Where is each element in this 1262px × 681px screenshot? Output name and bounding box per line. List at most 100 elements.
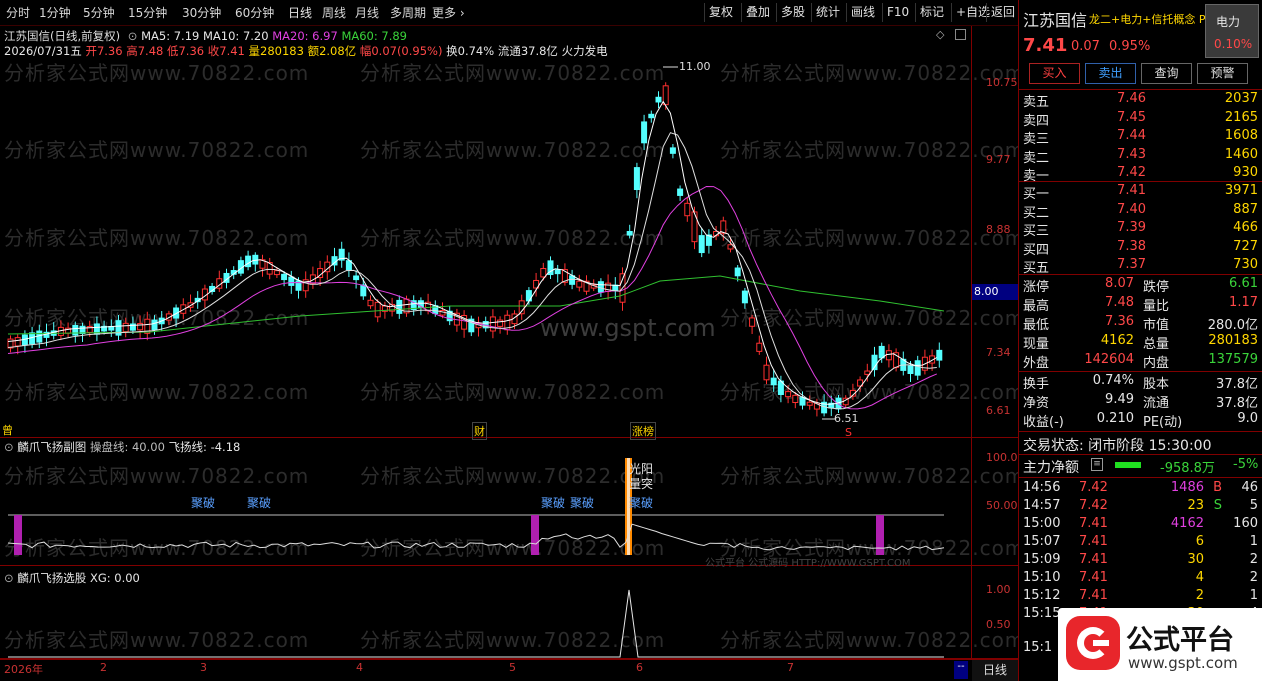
quote-row: 买二 7.40 887: [1023, 202, 1258, 221]
sector-badge[interactable]: 电力 0.10%: [1205, 4, 1259, 58]
price-axis-line: [971, 26, 972, 437]
x-tick: 2: [100, 661, 107, 674]
stat-value: 7.48: [1105, 295, 1134, 310]
draw-line-button[interactable]: 画线: [846, 3, 879, 22]
period-daily[interactable]: 日线: [288, 4, 312, 21]
buy-button[interactable]: 买入: [1029, 63, 1080, 84]
stat-label: 量比: [1143, 299, 1170, 314]
tick-volume: 4: [1195, 570, 1204, 585]
min-price-label: 6.51: [834, 412, 859, 425]
stat-value: 6.61: [1229, 276, 1258, 291]
event-marker[interactable]: 曾: [2, 422, 13, 438]
tick-count: 2: [1249, 552, 1258, 567]
candle: [576, 280, 583, 288]
sub1-svg: [7, 458, 945, 555]
flow-bar: [1115, 462, 1141, 468]
tick-price: 7.41: [1079, 588, 1108, 603]
main-flow-value: -958.8万: [1160, 461, 1215, 476]
sell-button[interactable]: 卖出: [1085, 63, 1136, 84]
axis-scroll-button[interactable]: --: [954, 661, 968, 679]
multi-stock-button[interactable]: 多股: [776, 3, 809, 22]
period-5min[interactable]: 5分钟: [83, 4, 115, 21]
ask-price: 7.44: [1117, 128, 1146, 143]
kline-chart[interactable]: 江苏国信(日线,前复权) ⊙ MA5: 7.19 MA10: 7.20 MA20…: [0, 26, 1024, 440]
candle: [489, 316, 496, 332]
quote-row: 买五 7.37 730: [1023, 257, 1258, 276]
period-15min[interactable]: 15分钟: [128, 4, 167, 21]
tick-count: 46: [1241, 480, 1258, 495]
tick-volume: 6: [1195, 534, 1204, 549]
period-monthly[interactable]: 月线: [355, 4, 379, 21]
f10-button[interactable]: F10: [882, 3, 913, 22]
indicator-chart-2[interactable]: ⊙ 麟爪飞扬选股 XG: 0.00 分析家公式网www.70822.com 分析…: [0, 566, 1024, 659]
candle: [288, 276, 295, 286]
stats-button[interactable]: 统计: [811, 3, 844, 22]
divider: [1019, 371, 1262, 372]
period-60min[interactable]: 60分钟: [235, 4, 274, 21]
signal-label: 聚破: [191, 496, 216, 510]
query-button[interactable]: 查询: [1141, 63, 1192, 84]
x-tick: 6: [636, 661, 643, 674]
ask-level: 卖四: [1023, 113, 1050, 129]
candle: [698, 235, 705, 254]
bid-price: 7.38: [1117, 238, 1146, 254]
quote-row: 最高 7.48 量比 1.17: [1023, 295, 1258, 314]
ask-level: 卖一: [1023, 169, 1050, 184]
stat-value: 4162: [1100, 333, 1134, 348]
quote-row: 15:00 7.41 4162 160: [1023, 516, 1258, 535]
candle: [662, 85, 669, 106]
alert-button[interactable]: 预警: [1197, 63, 1248, 84]
candle: [756, 342, 763, 352]
stock-name: 江苏国信: [1023, 11, 1088, 30]
divider: [1019, 431, 1262, 432]
x-tick: 2026年: [4, 663, 43, 676]
trade-status: 交易状态: 闭市阶段 15:30:00: [1023, 438, 1212, 454]
candle: [763, 364, 770, 381]
price-tick: 7.34: [986, 346, 1011, 359]
quote-row: 涨停 8.07 跌停 6.61: [1023, 276, 1258, 295]
ask-price: 7.46: [1117, 91, 1146, 106]
indicator-chart-1[interactable]: ⊙ 麟爪飞扬副图 操盘线: 40.00 飞扬线: -4.18 分析家公式网www…: [0, 438, 1024, 569]
period-selector[interactable]: 日线: [972, 660, 1018, 681]
quote-row: 15:12 7.41 2 1: [1023, 588, 1258, 607]
period-weekly[interactable]: 周线: [322, 4, 346, 21]
ask-price: 7.42: [1117, 165, 1146, 180]
candle: [281, 273, 288, 281]
price-change: 0.07: [1071, 39, 1100, 54]
volume-break-label: 光阳量突: [629, 462, 654, 491]
period-fenshi[interactable]: 分时: [6, 4, 30, 21]
period-1min[interactable]: 1分钟: [39, 4, 71, 21]
quote-row: 卖二 7.43 1460: [1023, 147, 1258, 166]
candle: [79, 325, 86, 334]
main-flow-label: 主力净额: [1023, 460, 1079, 476]
period-multi[interactable]: 多周期: [390, 4, 426, 21]
stat-label: 流通: [1143, 396, 1170, 411]
candle: [14, 337, 21, 347]
tick-time: 15:10: [1023, 570, 1061, 585]
quote-row: 换手 0.74% 股本 37.8亿: [1023, 373, 1258, 392]
quote-row: 现量 4162 总量 280183: [1023, 333, 1258, 352]
back-button[interactable]: 返回: [986, 3, 1019, 22]
tick-volume: 1486: [1170, 480, 1204, 495]
quote-row: 卖五 7.46 2037: [1023, 91, 1258, 110]
quote-row: 15:07 7.41 6 1: [1023, 534, 1258, 553]
stat-label: 净资: [1023, 396, 1050, 411]
candle: [396, 299, 403, 314]
period-30min[interactable]: 30分钟: [182, 4, 221, 21]
list-icon[interactable]: ≡: [1091, 458, 1103, 471]
tick-count: 5: [1249, 498, 1258, 513]
period-more[interactable]: 更多 ›: [432, 4, 465, 21]
bid-level: 买一: [1023, 187, 1050, 202]
quote-row: 卖一 7.42 930: [1023, 165, 1258, 184]
mark-button[interactable]: 标记: [915, 3, 948, 22]
ask-volume: 930: [1233, 165, 1258, 180]
stat-label: 涨停: [1023, 280, 1050, 295]
bid-level: 买三: [1023, 224, 1050, 239]
kline-svg: [7, 66, 945, 420]
candle: [626, 230, 633, 236]
divider: [1019, 454, 1262, 455]
stat-label: 市值: [1143, 318, 1170, 333]
overlay-button[interactable]: 叠加: [741, 3, 774, 22]
fuquan-button[interactable]: 复权: [704, 3, 737, 22]
tick-count: 160: [1233, 516, 1258, 531]
